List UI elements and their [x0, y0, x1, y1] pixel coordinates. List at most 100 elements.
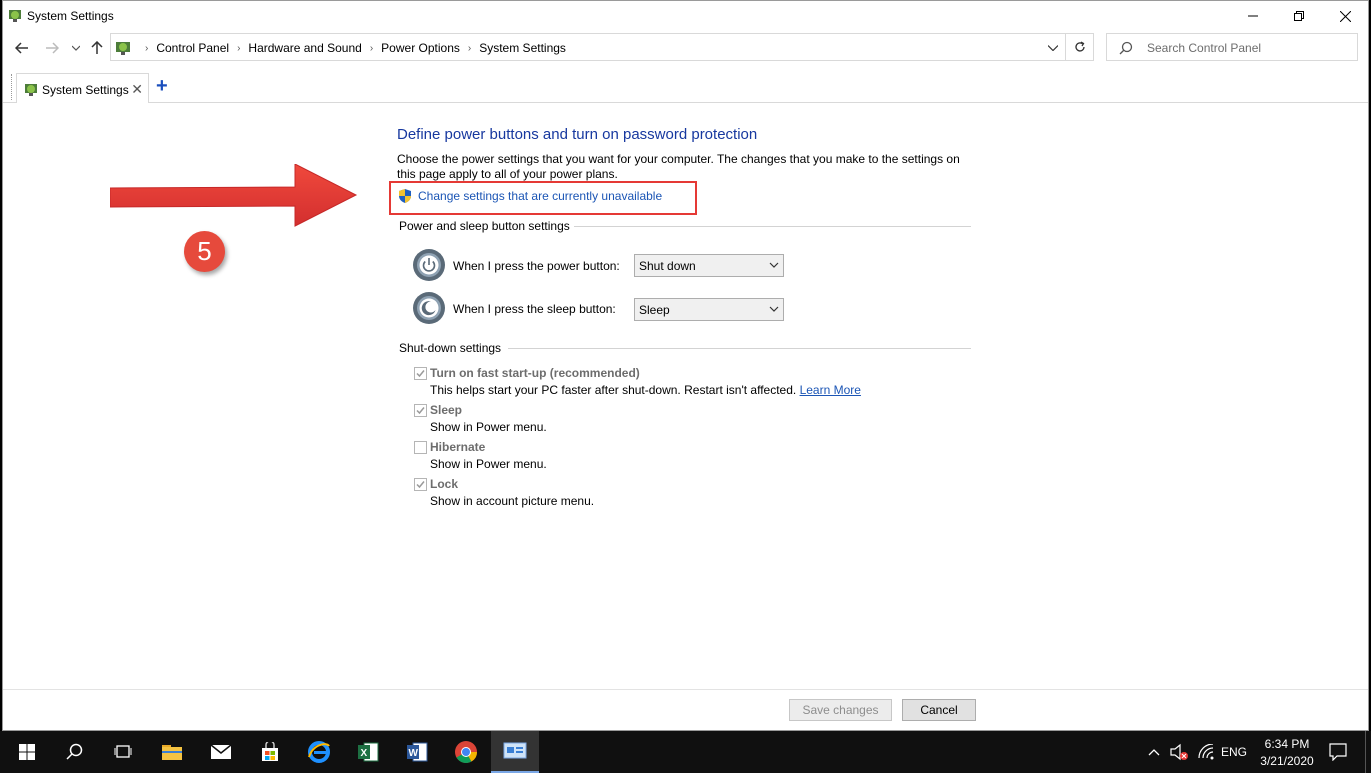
- close-button[interactable]: [1322, 1, 1368, 31]
- volume-button[interactable]: [1168, 731, 1190, 773]
- word-taskbar-button[interactable]: W: [393, 731, 441, 773]
- breadcrumb-control-panel[interactable]: Control Panel: [156, 41, 229, 55]
- restore-button[interactable]: [1276, 1, 1322, 31]
- edge-taskbar-button[interactable]: [295, 731, 343, 773]
- minimize-button[interactable]: [1230, 1, 1276, 31]
- window-title: System Settings: [27, 9, 114, 23]
- clock[interactable]: 6:34 PM 3/21/2020: [1252, 736, 1322, 770]
- cancel-button[interactable]: Cancel: [902, 699, 976, 721]
- refresh-button[interactable]: [1065, 34, 1093, 60]
- control-panel-icon: [116, 42, 130, 55]
- tab-system-settings[interactable]: System Settings ✕: [16, 73, 149, 103]
- clock-time: 6:34 PM: [1264, 737, 1310, 751]
- show-hidden-icons-button[interactable]: [1146, 731, 1162, 773]
- wifi-icon: [1198, 744, 1214, 760]
- back-button[interactable]: [12, 38, 32, 58]
- sleep-option-description: Show in Power menu.: [430, 420, 547, 434]
- minimize-icon: [1248, 15, 1258, 17]
- chevron-up-icon: [1148, 749, 1160, 756]
- checkmark-icon: [416, 481, 425, 489]
- task-view-button[interactable]: [99, 731, 147, 773]
- chevron-down-icon: [769, 306, 779, 312]
- shutdown-section-title: Shut-down settings: [399, 341, 502, 355]
- address-history-button[interactable]: [1043, 38, 1063, 58]
- fast-startup-checkbox[interactable]: [414, 367, 427, 380]
- start-button[interactable]: [3, 731, 51, 773]
- fast-startup-desc-text: This helps start your PC faster after sh…: [430, 383, 800, 397]
- store-icon: [262, 742, 278, 761]
- sleep-button-icon: [413, 292, 445, 324]
- search-taskbar-button[interactable]: [51, 731, 99, 773]
- section-divider: [574, 226, 971, 227]
- fast-startup-description: This helps start your PC faster after sh…: [430, 383, 861, 397]
- internet-explorer-icon: [308, 741, 330, 763]
- hibernate-option-label: Hibernate: [430, 440, 486, 454]
- chevron-right-icon[interactable]: ›: [370, 43, 373, 54]
- mail-taskbar-button[interactable]: [197, 731, 245, 773]
- footer-divider: [3, 689, 1368, 690]
- action-center-button[interactable]: [1323, 731, 1353, 773]
- arrow-left-icon: [15, 42, 28, 54]
- lock-checkbox[interactable]: [414, 478, 427, 491]
- show-desktop-button[interactable]: [1365, 731, 1366, 773]
- recent-locations-button[interactable]: [66, 38, 86, 58]
- sleep-option-label: Sleep: [430, 403, 463, 417]
- sleep-button-row: When I press the sleep button: Sleep: [412, 291, 792, 325]
- volume-muted-icon: [1170, 743, 1188, 761]
- lock-option-label: Lock: [430, 477, 459, 491]
- forward-button[interactable]: [42, 38, 62, 58]
- svg-text:W: W: [409, 748, 419, 759]
- folder-icon: [162, 745, 182, 760]
- fast-startup-label: Turn on fast start-up (recommended): [430, 366, 640, 380]
- power-button-select[interactable]: Shut down: [634, 254, 784, 277]
- save-changes-button[interactable]: Save changes: [789, 699, 892, 721]
- address-bar[interactable]: › Control Panel › Hardware and Sound › P…: [110, 33, 1094, 61]
- chevron-right-icon[interactable]: ›: [237, 43, 240, 54]
- refresh-icon: [1074, 41, 1085, 52]
- notification-icon: [1329, 743, 1347, 761]
- up-button[interactable]: [87, 38, 107, 58]
- chevron-down-icon: [769, 262, 779, 268]
- lock-option-description: Show in account picture menu.: [430, 494, 595, 508]
- step-number-badge: 5: [184, 231, 225, 272]
- sleep-checkbox[interactable]: [414, 404, 427, 417]
- power-button-row: When I press the power button: Shut down: [412, 248, 792, 282]
- hibernate-option-description: Show in Power menu.: [430, 457, 547, 471]
- tab-label: System Settings: [42, 83, 129, 97]
- chrome-taskbar-button[interactable]: [442, 731, 490, 773]
- tab-grip: [11, 74, 14, 100]
- breadcrumb: › Control Panel › Hardware and Sound › P…: [137, 41, 566, 55]
- control-panel-window: System Settings › Control Panel › Hardwa…: [2, 0, 1369, 731]
- chrome-icon: [455, 741, 477, 763]
- power-button-value: Shut down: [639, 259, 696, 273]
- search-box[interactable]: Search Control Panel: [1106, 33, 1358, 61]
- network-button[interactable]: [1195, 731, 1217, 773]
- store-taskbar-button[interactable]: [246, 731, 294, 773]
- hibernate-checkbox[interactable]: [414, 441, 427, 454]
- arrow-up-icon: [91, 41, 103, 54]
- title-bar: System Settings: [3, 1, 1368, 31]
- task-view-icon: [114, 745, 132, 758]
- mail-icon: [210, 744, 232, 759]
- taskbar: X W ENG 6:34 PM 3/21/2020: [0, 731, 1371, 773]
- learn-more-link[interactable]: Learn More: [800, 383, 861, 397]
- excel-taskbar-button[interactable]: X: [344, 731, 392, 773]
- control-panel-taskbar-button[interactable]: [491, 731, 539, 773]
- close-tab-icon[interactable]: ✕: [131, 81, 143, 98]
- input-language-indicator[interactable]: ENG: [1219, 731, 1249, 773]
- chevron-right-icon: ›: [145, 42, 149, 54]
- chevron-down-icon: [72, 45, 80, 51]
- file-explorer-taskbar-button[interactable]: [148, 731, 196, 773]
- section-divider: [508, 348, 971, 349]
- breadcrumb-hardware-and-sound[interactable]: Hardware and Sound: [248, 41, 361, 55]
- chevron-right-icon[interactable]: ›: [468, 43, 471, 54]
- power-button-label: When I press the power button:: [453, 259, 620, 273]
- sleep-button-label: When I press the sleep button:: [453, 302, 616, 316]
- power-options-icon: [9, 10, 21, 22]
- sleep-button-select[interactable]: Sleep: [634, 298, 784, 321]
- breadcrumb-system-settings[interactable]: System Settings: [479, 41, 566, 55]
- new-tab-button[interactable]: +: [156, 75, 168, 98]
- search-icon: [66, 743, 83, 760]
- breadcrumb-power-options[interactable]: Power Options: [381, 41, 460, 55]
- power-sleep-section-title: Power and sleep button settings: [399, 219, 570, 233]
